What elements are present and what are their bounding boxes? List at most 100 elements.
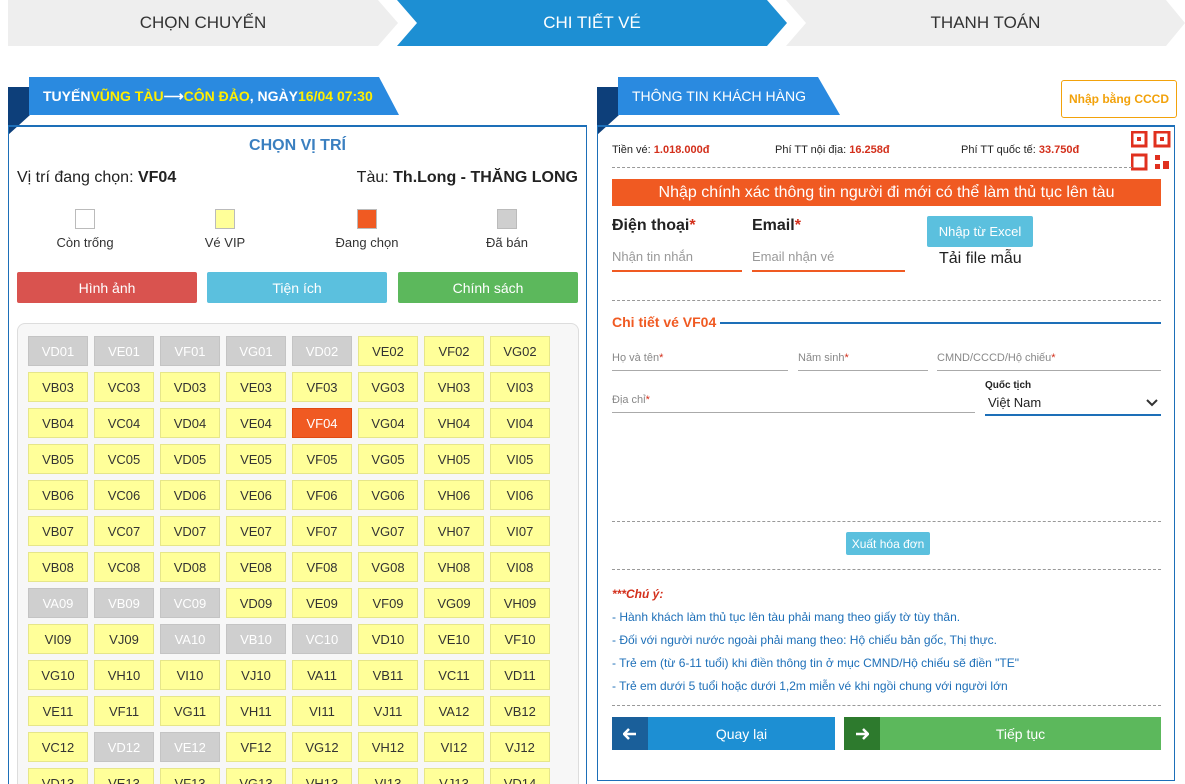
seat-vj13[interactable]: VJ13 [424, 768, 484, 784]
seat-vc06[interactable]: VC06 [94, 480, 154, 510]
seat-ve05[interactable]: VE05 [226, 444, 286, 474]
seat-vh05[interactable]: VH05 [424, 444, 484, 474]
seat-vf08[interactable]: VF08 [292, 552, 352, 582]
seat-vi10[interactable]: VI10 [160, 660, 220, 690]
seat-vf09[interactable]: VF09 [358, 588, 418, 618]
birthyear-input[interactable]: Năm sinh* [798, 352, 928, 371]
seat-vf12[interactable]: VF12 [226, 732, 286, 762]
back-button[interactable]: Quay lại [612, 717, 835, 750]
step-choose-trip[interactable]: CHỌN CHUYẾN [8, 0, 398, 46]
seat-vi06[interactable]: VI06 [490, 480, 550, 510]
seat-vg08[interactable]: VG08 [358, 552, 418, 582]
seat-vf03[interactable]: VF03 [292, 372, 352, 402]
seat-vf07[interactable]: VF07 [292, 516, 352, 546]
seat-vc04[interactable]: VC04 [94, 408, 154, 438]
seat-vg06[interactable]: VG06 [358, 480, 418, 510]
seat-vi04[interactable]: VI04 [490, 408, 550, 438]
seat-vi11[interactable]: VI11 [292, 696, 352, 726]
seat-vh09[interactable]: VH09 [490, 588, 550, 618]
seat-vh12[interactable]: VH12 [358, 732, 418, 762]
seat-ve04[interactable]: VE04 [226, 408, 286, 438]
seat-vg05[interactable]: VG05 [358, 444, 418, 474]
seat-vf13[interactable]: VF13 [160, 768, 220, 784]
seat-vd13[interactable]: VD13 [28, 768, 88, 784]
download-template-link[interactable]: Tải file mẫu [939, 250, 1022, 268]
seat-vd09[interactable]: VD09 [226, 588, 286, 618]
seat-vh07[interactable]: VH07 [424, 516, 484, 546]
nationality-select[interactable]: Việt Nam [985, 393, 1161, 416]
seat-vi05[interactable]: VI05 [490, 444, 550, 474]
seat-vc05[interactable]: VC05 [94, 444, 154, 474]
seat-vi13[interactable]: VI13 [358, 768, 418, 784]
seat-vi03[interactable]: VI03 [490, 372, 550, 402]
id-number-input[interactable]: CMND/CCCD/Hộ chiếu* [937, 352, 1161, 371]
seat-ve02[interactable]: VE02 [358, 336, 418, 366]
cccd-input-button[interactable]: Nhập bằng CCCD [1061, 80, 1177, 118]
seat-va11[interactable]: VA11 [292, 660, 352, 690]
seat-ve06[interactable]: VE06 [226, 480, 286, 510]
seat-vg13[interactable]: VG13 [226, 768, 286, 784]
seat-vd11[interactable]: VD11 [490, 660, 550, 690]
seat-vc07[interactable]: VC07 [94, 516, 154, 546]
seat-vd06[interactable]: VD06 [160, 480, 220, 510]
import-excel-button[interactable]: Nhập từ Excel [927, 216, 1033, 247]
seat-vg07[interactable]: VG07 [358, 516, 418, 546]
seat-vf06[interactable]: VF06 [292, 480, 352, 510]
seat-vi09[interactable]: VI09 [28, 624, 88, 654]
seat-ve03[interactable]: VE03 [226, 372, 286, 402]
seat-vb11[interactable]: VB11 [358, 660, 418, 690]
seat-ve09[interactable]: VE09 [292, 588, 352, 618]
seat-vf05[interactable]: VF05 [292, 444, 352, 474]
seat-vh04[interactable]: VH04 [424, 408, 484, 438]
seat-vg09[interactable]: VG09 [424, 588, 484, 618]
seat-vh10[interactable]: VH10 [94, 660, 154, 690]
images-button[interactable]: Hình ảnh [17, 272, 197, 303]
seat-vi08[interactable]: VI08 [490, 552, 550, 582]
seat-vj10[interactable]: VJ10 [226, 660, 286, 690]
seat-vg03[interactable]: VG03 [358, 372, 418, 402]
seat-vd07[interactable]: VD07 [160, 516, 220, 546]
seat-vg10[interactable]: VG10 [28, 660, 88, 690]
seat-vi12[interactable]: VI12 [424, 732, 484, 762]
seat-vb08[interactable]: VB08 [28, 552, 88, 582]
seat-vj12[interactable]: VJ12 [490, 732, 550, 762]
next-button[interactable]: Tiếp tục [844, 717, 1161, 750]
seat-vf02[interactable]: VF02 [424, 336, 484, 366]
seat-ve11[interactable]: VE11 [28, 696, 88, 726]
seat-vi07[interactable]: VI07 [490, 516, 550, 546]
seat-vh03[interactable]: VH03 [424, 372, 484, 402]
seat-ve08[interactable]: VE08 [226, 552, 286, 582]
seat-va12[interactable]: VA12 [424, 696, 484, 726]
seat-vd04[interactable]: VD04 [160, 408, 220, 438]
seat-vb05[interactable]: VB05 [28, 444, 88, 474]
seat-vc11[interactable]: VC11 [424, 660, 484, 690]
seat-vh08[interactable]: VH08 [424, 552, 484, 582]
amenities-button[interactable]: Tiện ích [207, 272, 387, 303]
phone-input[interactable]: Nhận tin nhắn [612, 249, 742, 272]
seat-vd08[interactable]: VD08 [160, 552, 220, 582]
seat-vg11[interactable]: VG11 [160, 696, 220, 726]
seat-vb06[interactable]: VB06 [28, 480, 88, 510]
seat-vj11[interactable]: VJ11 [358, 696, 418, 726]
seat-vd05[interactable]: VD05 [160, 444, 220, 474]
seat-vf10[interactable]: VF10 [490, 624, 550, 654]
seat-vd10[interactable]: VD10 [358, 624, 418, 654]
seat-vc03[interactable]: VC03 [94, 372, 154, 402]
seat-vh13[interactable]: VH13 [292, 768, 352, 784]
seat-vj09[interactable]: VJ09 [94, 624, 154, 654]
seat-vc12[interactable]: VC12 [28, 732, 88, 762]
policy-button[interactable]: Chính sách [398, 272, 578, 303]
seat-vb07[interactable]: VB07 [28, 516, 88, 546]
fullname-input[interactable]: Họ và tên* [612, 352, 788, 371]
seat-vh06[interactable]: VH06 [424, 480, 484, 510]
seat-vg04[interactable]: VG04 [358, 408, 418, 438]
export-invoice-button[interactable]: Xuất hóa đơn [846, 532, 930, 555]
seat-vb04[interactable]: VB04 [28, 408, 88, 438]
address-input[interactable]: Địa chỉ* [612, 394, 975, 413]
seat-vf04[interactable]: VF04 [292, 408, 352, 438]
seat-vg12[interactable]: VG12 [292, 732, 352, 762]
seat-vf11[interactable]: VF11 [94, 696, 154, 726]
seat-vb12[interactable]: VB12 [490, 696, 550, 726]
seat-vd14[interactable]: VD14 [490, 768, 550, 784]
seat-vd03[interactable]: VD03 [160, 372, 220, 402]
